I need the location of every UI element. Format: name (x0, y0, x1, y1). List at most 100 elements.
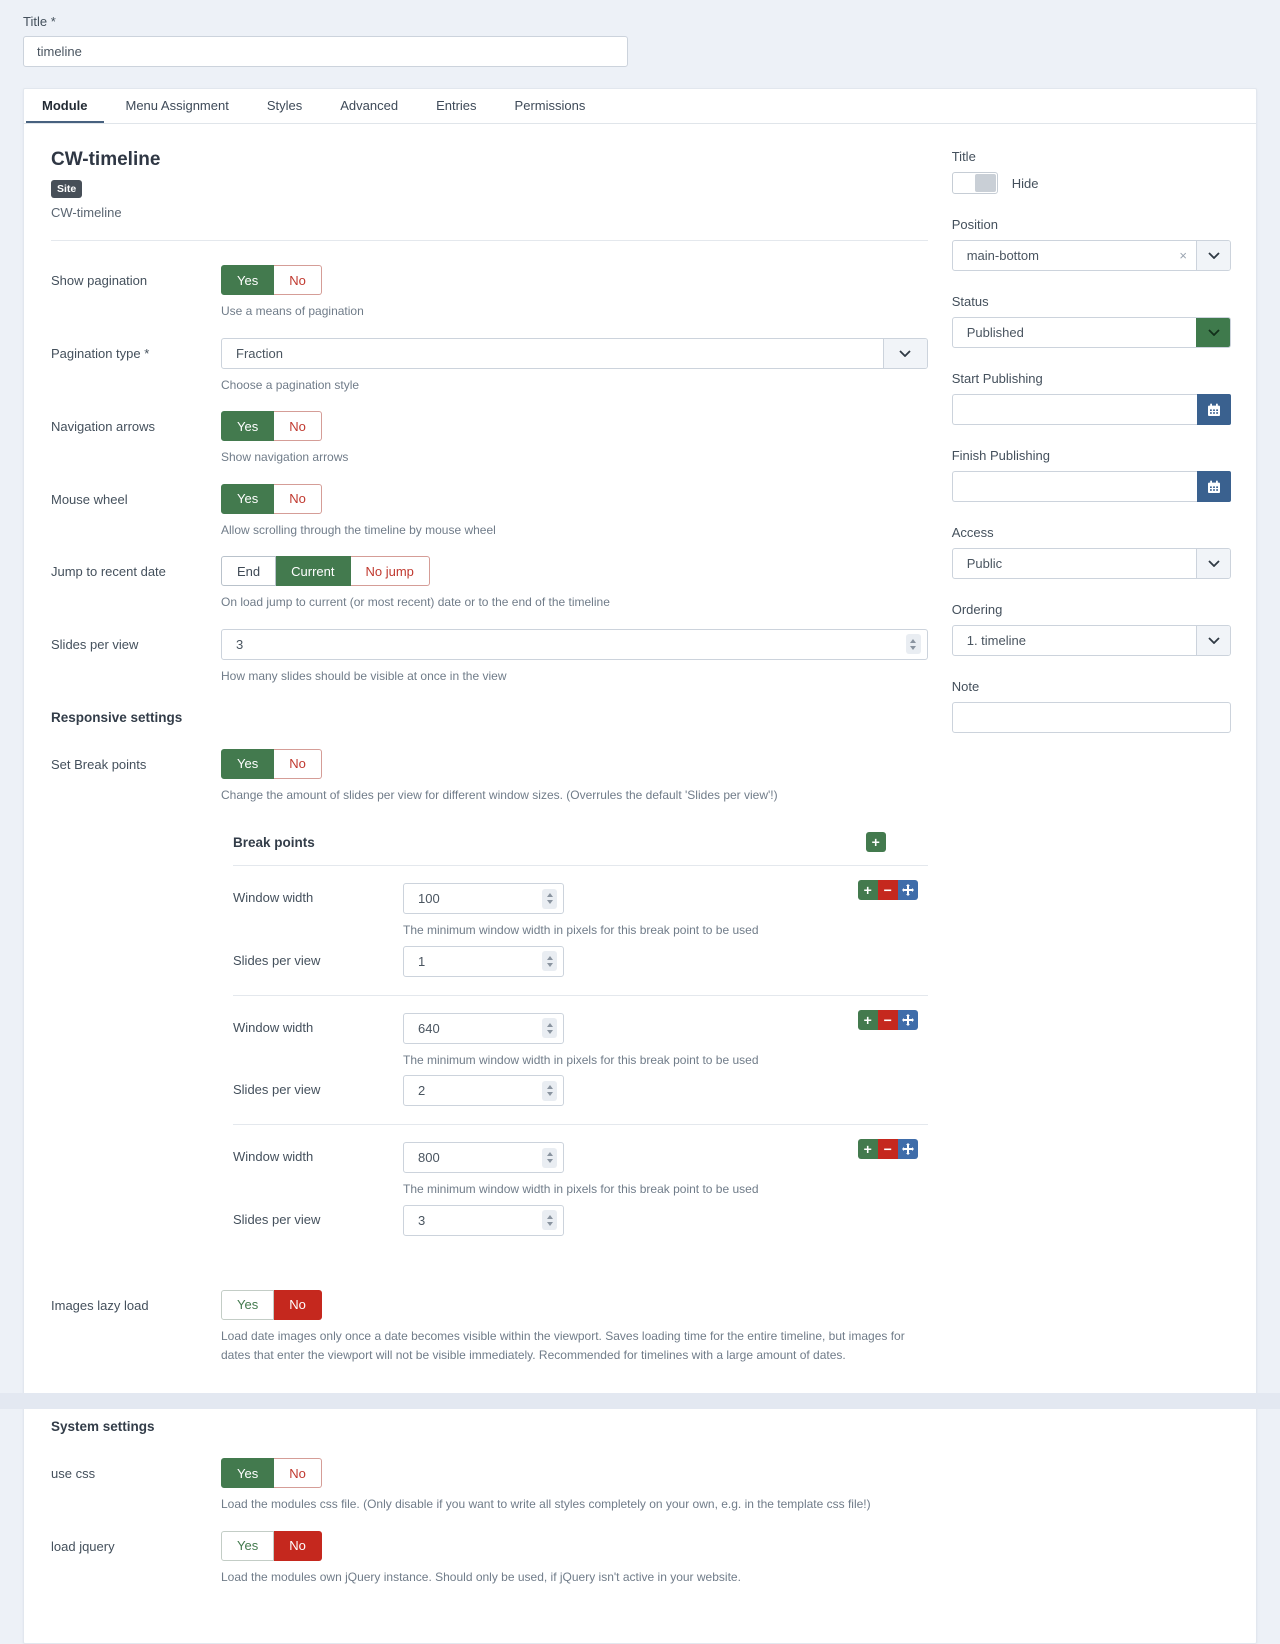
ordering-label: Ordering (952, 602, 1231, 617)
number-spinner-icon[interactable] (542, 889, 557, 909)
number-spinner-icon[interactable] (542, 1210, 557, 1230)
tab-advanced[interactable]: Advanced (324, 89, 414, 123)
module-title-input[interactable] (23, 36, 628, 67)
row-move-icon[interactable] (898, 1139, 918, 1159)
note-input[interactable] (952, 702, 1231, 733)
module-edit-panel: Module Menu Assignment Styles Advanced E… (23, 88, 1257, 1644)
row-add-button[interactable]: + (858, 1010, 878, 1030)
field-slides-per-view: Slides per view How many slides should b… (51, 629, 928, 686)
show-pagination-no-button[interactable]: No (274, 265, 322, 295)
number-spinner-icon[interactable] (542, 1148, 557, 1168)
jump-recent-label: Jump to recent date (51, 556, 221, 612)
status-select[interactable]: Published (952, 317, 1231, 348)
tab-entries[interactable]: Entries (420, 89, 492, 123)
bp-slides-input[interactable] (403, 946, 564, 977)
add-break-point-button[interactable]: + (866, 832, 886, 852)
break-point-row: + − Window width (233, 866, 928, 996)
set-break-points-yes-button[interactable]: Yes (221, 749, 274, 779)
jump-recent-end-button[interactable]: End (221, 556, 276, 586)
use-css-no-button[interactable]: No (274, 1458, 322, 1488)
load-jquery-no-button[interactable]: No (274, 1531, 322, 1561)
use-css-yes-button[interactable]: Yes (221, 1458, 274, 1488)
position-select[interactable]: main-bottom × (952, 240, 1231, 271)
load-jquery-yes-button[interactable]: Yes (221, 1531, 274, 1561)
window-width-input[interactable] (403, 1142, 564, 1173)
field-images-lazy: Images lazy load Yes No Load date images… (51, 1290, 928, 1364)
use-css-desc: Load the modules css file. (Only disable… (221, 1495, 928, 1514)
position-label: Position (952, 217, 1231, 232)
calendar-icon[interactable] (1197, 394, 1231, 425)
title-show-hide-toggle[interactable] (952, 172, 998, 194)
jump-recent-toggle: End Current No jump (221, 556, 430, 586)
row-add-button[interactable]: + (858, 880, 878, 900)
window-width-input[interactable] (403, 1013, 564, 1044)
access-select[interactable]: Public (952, 548, 1231, 579)
window-width-desc: The minimum window width in pixels for t… (403, 1051, 928, 1070)
window-width-desc: The minimum window width in pixels for t… (403, 921, 928, 940)
navigation-arrows-toggle: Yes No (221, 411, 322, 441)
window-width-label: Window width (233, 883, 403, 940)
show-pagination-toggle: Yes No (221, 265, 322, 295)
row-remove-button[interactable]: − (878, 1139, 898, 1159)
row-move-icon[interactable] (898, 880, 918, 900)
access-label: Access (952, 525, 1231, 540)
calendar-icon[interactable] (1197, 471, 1231, 502)
clear-icon[interactable]: × (1170, 241, 1196, 270)
ordering-select[interactable]: 1. timeline (952, 625, 1231, 656)
module-heading: CW-timeline (51, 149, 928, 171)
tab-module[interactable]: Module (26, 89, 104, 123)
mouse-wheel-label: Mouse wheel (51, 484, 221, 540)
jump-recent-current-button[interactable]: Current (276, 556, 350, 586)
number-spinner-icon[interactable] (542, 1018, 557, 1038)
bp-slides-input[interactable] (403, 1075, 564, 1106)
break-point-row: + − Window width (233, 996, 928, 1126)
row-remove-button[interactable]: − (878, 880, 898, 900)
jump-recent-nojump-button[interactable]: No jump (351, 556, 430, 586)
chevron-down-icon (1196, 549, 1230, 578)
start-publishing-input[interactable] (952, 394, 1197, 425)
row-move-icon[interactable] (898, 1010, 918, 1030)
navigation-arrows-yes-button[interactable]: Yes (221, 411, 274, 441)
mouse-wheel-toggle: Yes No (221, 484, 322, 514)
finish-publishing-label: Finish Publishing (952, 448, 1231, 463)
number-spinner-icon[interactable] (542, 1081, 557, 1101)
mouse-wheel-yes-button[interactable]: Yes (221, 484, 274, 514)
tab-styles[interactable]: Styles (251, 89, 318, 123)
bp-slides-input[interactable] (403, 1205, 564, 1236)
mouse-wheel-desc: Allow scrolling through the timeline by … (221, 521, 928, 540)
row-add-button[interactable]: + (858, 1139, 878, 1159)
sidebar-title-label: Title (952, 149, 1231, 164)
pagination-type-select[interactable]: Fraction (221, 338, 928, 369)
field-load-jquery: load jquery Yes No Load the modules own … (51, 1531, 928, 1587)
pagination-type-value: Fraction (222, 339, 883, 368)
start-publishing-label: Start Publishing (952, 371, 1231, 386)
number-spinner-icon[interactable] (542, 951, 557, 971)
show-pagination-yes-button[interactable]: Yes (221, 265, 274, 295)
hide-label: Hide (1012, 176, 1039, 191)
pagination-type-label: Pagination type * (51, 338, 221, 395)
tabbar: Module Menu Assignment Styles Advanced E… (24, 89, 1256, 124)
window-width-input[interactable] (403, 883, 564, 914)
load-jquery-label: load jquery (51, 1531, 221, 1587)
field-navigation-arrows: Navigation arrows Yes No Show navigation… (51, 411, 928, 467)
tab-menu-assignment[interactable]: Menu Assignment (110, 89, 245, 123)
number-spinner-icon[interactable] (906, 634, 921, 654)
images-lazy-yes-button[interactable]: Yes (221, 1290, 274, 1320)
page-bottom-strip (0, 1393, 1280, 1409)
window-width-label: Window width (233, 1142, 403, 1199)
slides-per-view-input[interactable] (221, 629, 928, 660)
break-points-subform: Break points + + − Window (233, 832, 928, 1254)
chevron-down-icon (1196, 241, 1230, 270)
mouse-wheel-no-button[interactable]: No (274, 484, 322, 514)
images-lazy-no-button[interactable]: No (274, 1290, 322, 1320)
tab-permissions[interactable]: Permissions (499, 89, 602, 123)
ordering-value: 1. timeline (953, 626, 1196, 655)
load-jquery-desc: Load the modules own jQuery instance. Sh… (221, 1568, 928, 1587)
navigation-arrows-no-button[interactable]: No (274, 411, 322, 441)
set-break-points-desc: Change the amount of slides per view for… (221, 786, 928, 805)
status-value: Published (953, 318, 1196, 347)
row-remove-button[interactable]: − (878, 1010, 898, 1030)
set-break-points-no-button[interactable]: No (274, 749, 322, 779)
pagination-type-desc: Choose a pagination style (221, 376, 928, 395)
finish-publishing-input[interactable] (952, 471, 1197, 502)
